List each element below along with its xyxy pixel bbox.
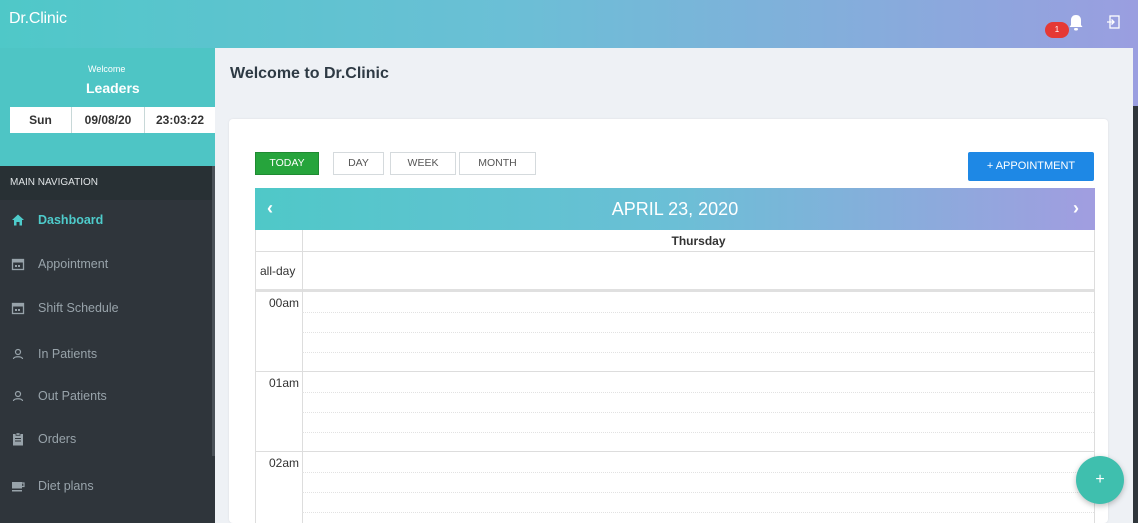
notification-badge[interactable]: 1 (1045, 22, 1069, 38)
top-bar: Dr.Clinic 1 (0, 0, 1138, 48)
hour-label: 00am (269, 296, 300, 310)
logout-icon[interactable] (1106, 15, 1120, 29)
month-view-button[interactable]: MONTH (459, 152, 536, 175)
slot-line (302, 352, 1094, 353)
calendar-title: APRIL 23, 2020 (611, 199, 739, 219)
week-view-button[interactable]: WEEK (390, 152, 456, 175)
calendar-card: TODAY DAY WEEK MONTH + APPOINTMENT APRIL… (229, 119, 1108, 523)
all-day-label: all-day (260, 264, 296, 278)
sidebar-item-orders[interactable]: Orders (0, 419, 212, 459)
sidebar-item-label: Out Patients (38, 389, 107, 403)
slot-line (302, 432, 1094, 433)
sidebar-item-label: In Patients (38, 347, 98, 361)
sidebar-profile: Welcome Leaders Sun 09/08/20 23:03:22 (0, 48, 215, 166)
welcome-label: Welcome (88, 64, 126, 74)
calendar-header: APRIL 23, 2020 ‹ › (255, 188, 1095, 230)
hour-row[interactable]: 02am (256, 452, 1094, 523)
page-title: Welcome to Dr.Clinic (230, 65, 389, 82)
sidebar-item-label: Appointment (38, 257, 109, 271)
today-button[interactable]: TODAY (255, 152, 319, 175)
sidebar-navigation: MAIN NAVIGATION Dashboard Appointment Sh… (0, 166, 215, 523)
slot-line (302, 492, 1094, 493)
current-date: 09/08/20 (72, 107, 145, 133)
calendar-icon (11, 302, 25, 315)
brand-logo[interactable]: Dr.Clinic (9, 10, 67, 28)
slot-line (302, 512, 1094, 513)
day-view-button[interactable]: DAY (333, 152, 384, 175)
calendar-grid: Thursday all-day 00am 01am 02am (255, 230, 1095, 523)
slot-line (302, 472, 1094, 473)
right-edge-strip (1133, 48, 1138, 106)
hour-label: 01am (269, 376, 300, 390)
sidebar-item-appointment[interactable]: Appointment (0, 244, 212, 284)
prev-icon[interactable]: ‹ (267, 198, 273, 219)
sidebar-item-label: Orders (38, 432, 77, 446)
sidebar-scrollbar[interactable] (212, 166, 215, 456)
cup-icon (12, 482, 25, 492)
all-day-row[interactable]: all-day (256, 252, 1094, 292)
hour-label: 02am (269, 456, 300, 470)
floating-add-button[interactable]: + (1076, 456, 1124, 504)
current-time: 23:03:22 (145, 107, 215, 133)
calendar-icon (11, 258, 25, 271)
user-name: Leaders (86, 80, 140, 96)
day-header-row: Thursday (256, 230, 1094, 252)
slot-line (302, 312, 1094, 313)
sidebar-item-in-patients[interactable]: In Patients (0, 334, 212, 374)
right-edge-panel (1133, 106, 1138, 523)
current-day: Sun (10, 107, 72, 133)
hour-row[interactable]: 01am (256, 372, 1094, 452)
sidebar-item-dashboard[interactable]: Dashboard (0, 200, 212, 240)
nav-header: MAIN NAVIGATION (0, 166, 212, 200)
content-header: Welcome to Dr.Clinic (217, 48, 1133, 104)
add-appointment-button[interactable]: + APPOINTMENT (968, 152, 1094, 181)
sidebar-item-label: Shift Schedule (38, 301, 119, 315)
day-name: Thursday (302, 230, 1094, 252)
bell-icon[interactable] (1068, 14, 1084, 32)
slot-line (302, 332, 1094, 333)
next-icon[interactable]: › (1073, 198, 1079, 219)
slot-line (302, 392, 1094, 393)
sidebar-item-out-patients[interactable]: Out Patients (0, 376, 212, 416)
sidebar-item-label: Diet plans (38, 479, 94, 493)
slot-line (302, 412, 1094, 413)
sidebar-item-diet-plans[interactable]: Diet plans (0, 466, 212, 506)
home-icon (12, 214, 24, 226)
user-icon (12, 348, 24, 360)
user-icon (12, 390, 24, 402)
sidebar-item-shift-schedule[interactable]: Shift Schedule (0, 288, 212, 328)
clipboard-icon (13, 432, 23, 446)
sidebar-item-label: Dashboard (38, 213, 104, 227)
hour-row[interactable]: 00am (256, 292, 1094, 372)
